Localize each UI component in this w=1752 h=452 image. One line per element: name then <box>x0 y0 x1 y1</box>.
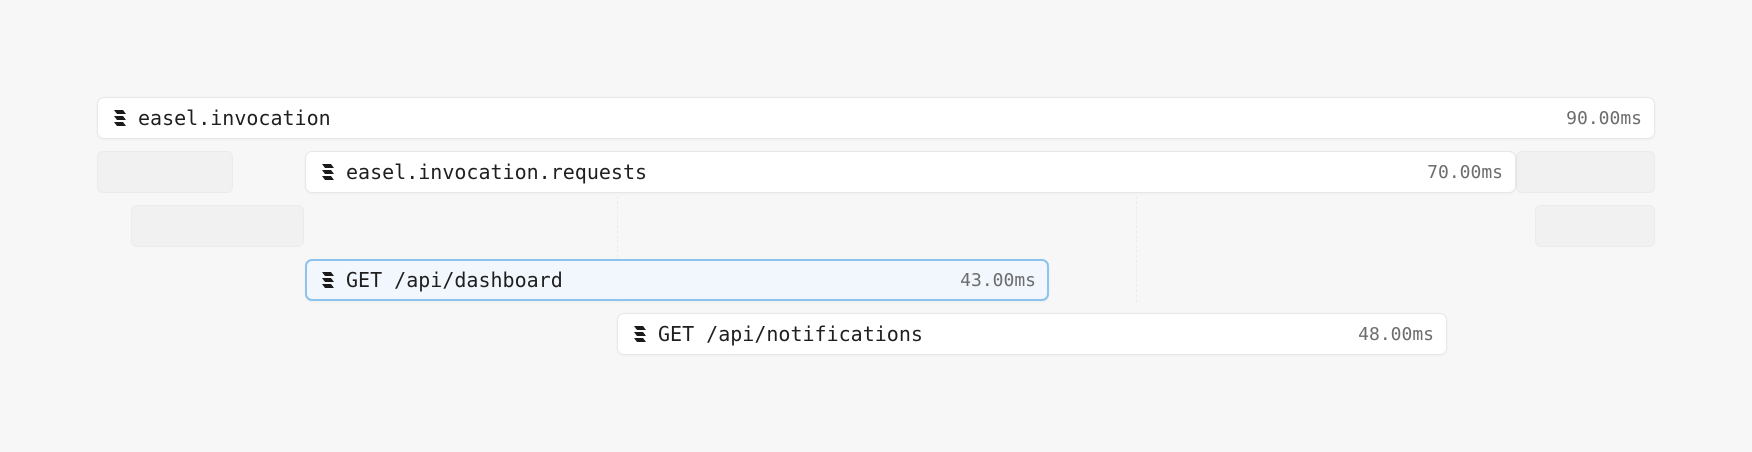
span-duration: 48.00ms <box>1358 323 1434 345</box>
placeholder-block <box>1516 151 1655 193</box>
span-duration: 90.00ms <box>1566 107 1642 129</box>
span-easel-invocation-requests[interactable]: easel.invocation.requests 70.00ms <box>305 151 1516 193</box>
logo-icon <box>112 109 128 127</box>
placeholder-block <box>1535 205 1655 247</box>
span-name: easel.invocation.requests <box>346 160 648 184</box>
logo-icon <box>632 325 648 343</box>
placeholder-block <box>131 205 304 247</box>
span-name: GET /api/dashboard <box>346 268 563 292</box>
span-name: GET /api/notifications <box>658 322 923 346</box>
span-name: easel.invocation <box>138 106 331 130</box>
span-easel-invocation[interactable]: easel.invocation 90.00ms <box>97 97 1655 139</box>
trace-timeline: easel.invocation 90.00ms easel.invocatio… <box>0 0 1752 452</box>
span-get-api-notifications[interactable]: GET /api/notifications 48.00ms <box>617 313 1447 355</box>
span-duration: 43.00ms <box>960 269 1036 291</box>
logo-icon <box>320 271 336 289</box>
span-get-api-dashboard[interactable]: GET /api/dashboard 43.00ms <box>305 259 1049 301</box>
timeline-guide <box>1136 196 1137 302</box>
placeholder-block <box>97 151 233 193</box>
logo-icon <box>320 163 336 181</box>
span-duration: 70.00ms <box>1427 161 1503 183</box>
